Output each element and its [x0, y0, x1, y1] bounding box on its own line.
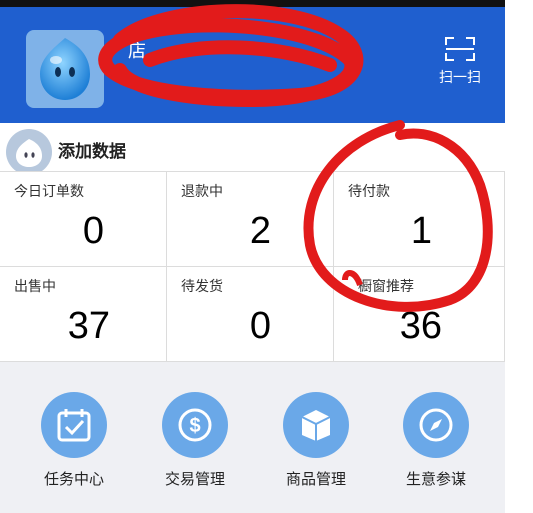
stat-value: 1	[410, 210, 432, 252]
stat-value: 0	[82, 210, 104, 252]
stat-label: 待发货	[181, 279, 223, 295]
stat-value: 0	[249, 305, 271, 347]
stat-value: 2	[249, 210, 271, 252]
wangwang-mascot-icon	[40, 38, 90, 100]
nav-label: 任务中心	[43, 470, 104, 488]
scan-label: 扫一扫	[439, 70, 481, 86]
stat-label: 待付款	[348, 184, 390, 200]
wangwang-bubble-icon	[16, 139, 42, 167]
nav-business-advisor[interactable]: 生意参谋	[386, 392, 486, 489]
bottom-nav-area: 任务中心 $ 交易管理 商品管理 生意参谋	[0, 362, 505, 513]
stat-window-recommend[interactable]: 橱窗推荐 36	[334, 267, 505, 362]
stat-label: 橱窗推荐	[358, 279, 414, 295]
nav-product-management[interactable]: 商品管理	[266, 392, 366, 489]
stat-label: 出售中	[14, 279, 56, 295]
add-data-bar[interactable]: 添加数据	[0, 123, 505, 171]
svg-text:$: $	[189, 415, 200, 437]
scan-icon	[445, 37, 475, 61]
dollar-icon: $	[162, 392, 228, 458]
nav-label: 商品管理	[285, 470, 346, 488]
stat-refunding[interactable]: 退款中 2	[167, 172, 334, 267]
stat-value: 36	[399, 305, 442, 347]
right-margin	[505, 0, 533, 513]
shop-avatar[interactable]	[26, 30, 104, 108]
nav-label: 生意参谋	[405, 470, 466, 488]
stat-label: 退款中	[181, 184, 223, 200]
scan-button[interactable]: 扫一扫	[425, 37, 495, 99]
stat-value: 37	[67, 305, 110, 347]
package-box-icon	[283, 392, 349, 458]
calendar-check-icon	[41, 392, 107, 458]
floating-assistant-button[interactable]	[6, 129, 52, 175]
add-data-title: 添加数据	[58, 142, 126, 162]
stat-to-ship[interactable]: 待发货 0	[167, 267, 334, 362]
stat-label: 今日订单数	[14, 184, 84, 200]
nav-label: 交易管理	[164, 470, 225, 488]
stat-today-orders[interactable]: 今日订单数 0	[0, 172, 167, 267]
nav-task-center[interactable]: 任务中心	[24, 392, 124, 489]
shop-header: 店 扫一扫	[0, 7, 505, 123]
status-bar	[0, 0, 505, 7]
compass-icon	[403, 392, 469, 458]
stat-pending-payment[interactable]: 待付款 1	[334, 172, 505, 267]
stat-on-sale[interactable]: 出售中 37	[0, 267, 167, 362]
shop-name: 店	[128, 41, 146, 62]
nav-trade-management[interactable]: $ 交易管理	[145, 392, 245, 489]
stats-grid: 今日订单数 0 退款中 2 待付款 1 出售中 37 待发货 0 橱窗推荐 36	[0, 171, 505, 363]
